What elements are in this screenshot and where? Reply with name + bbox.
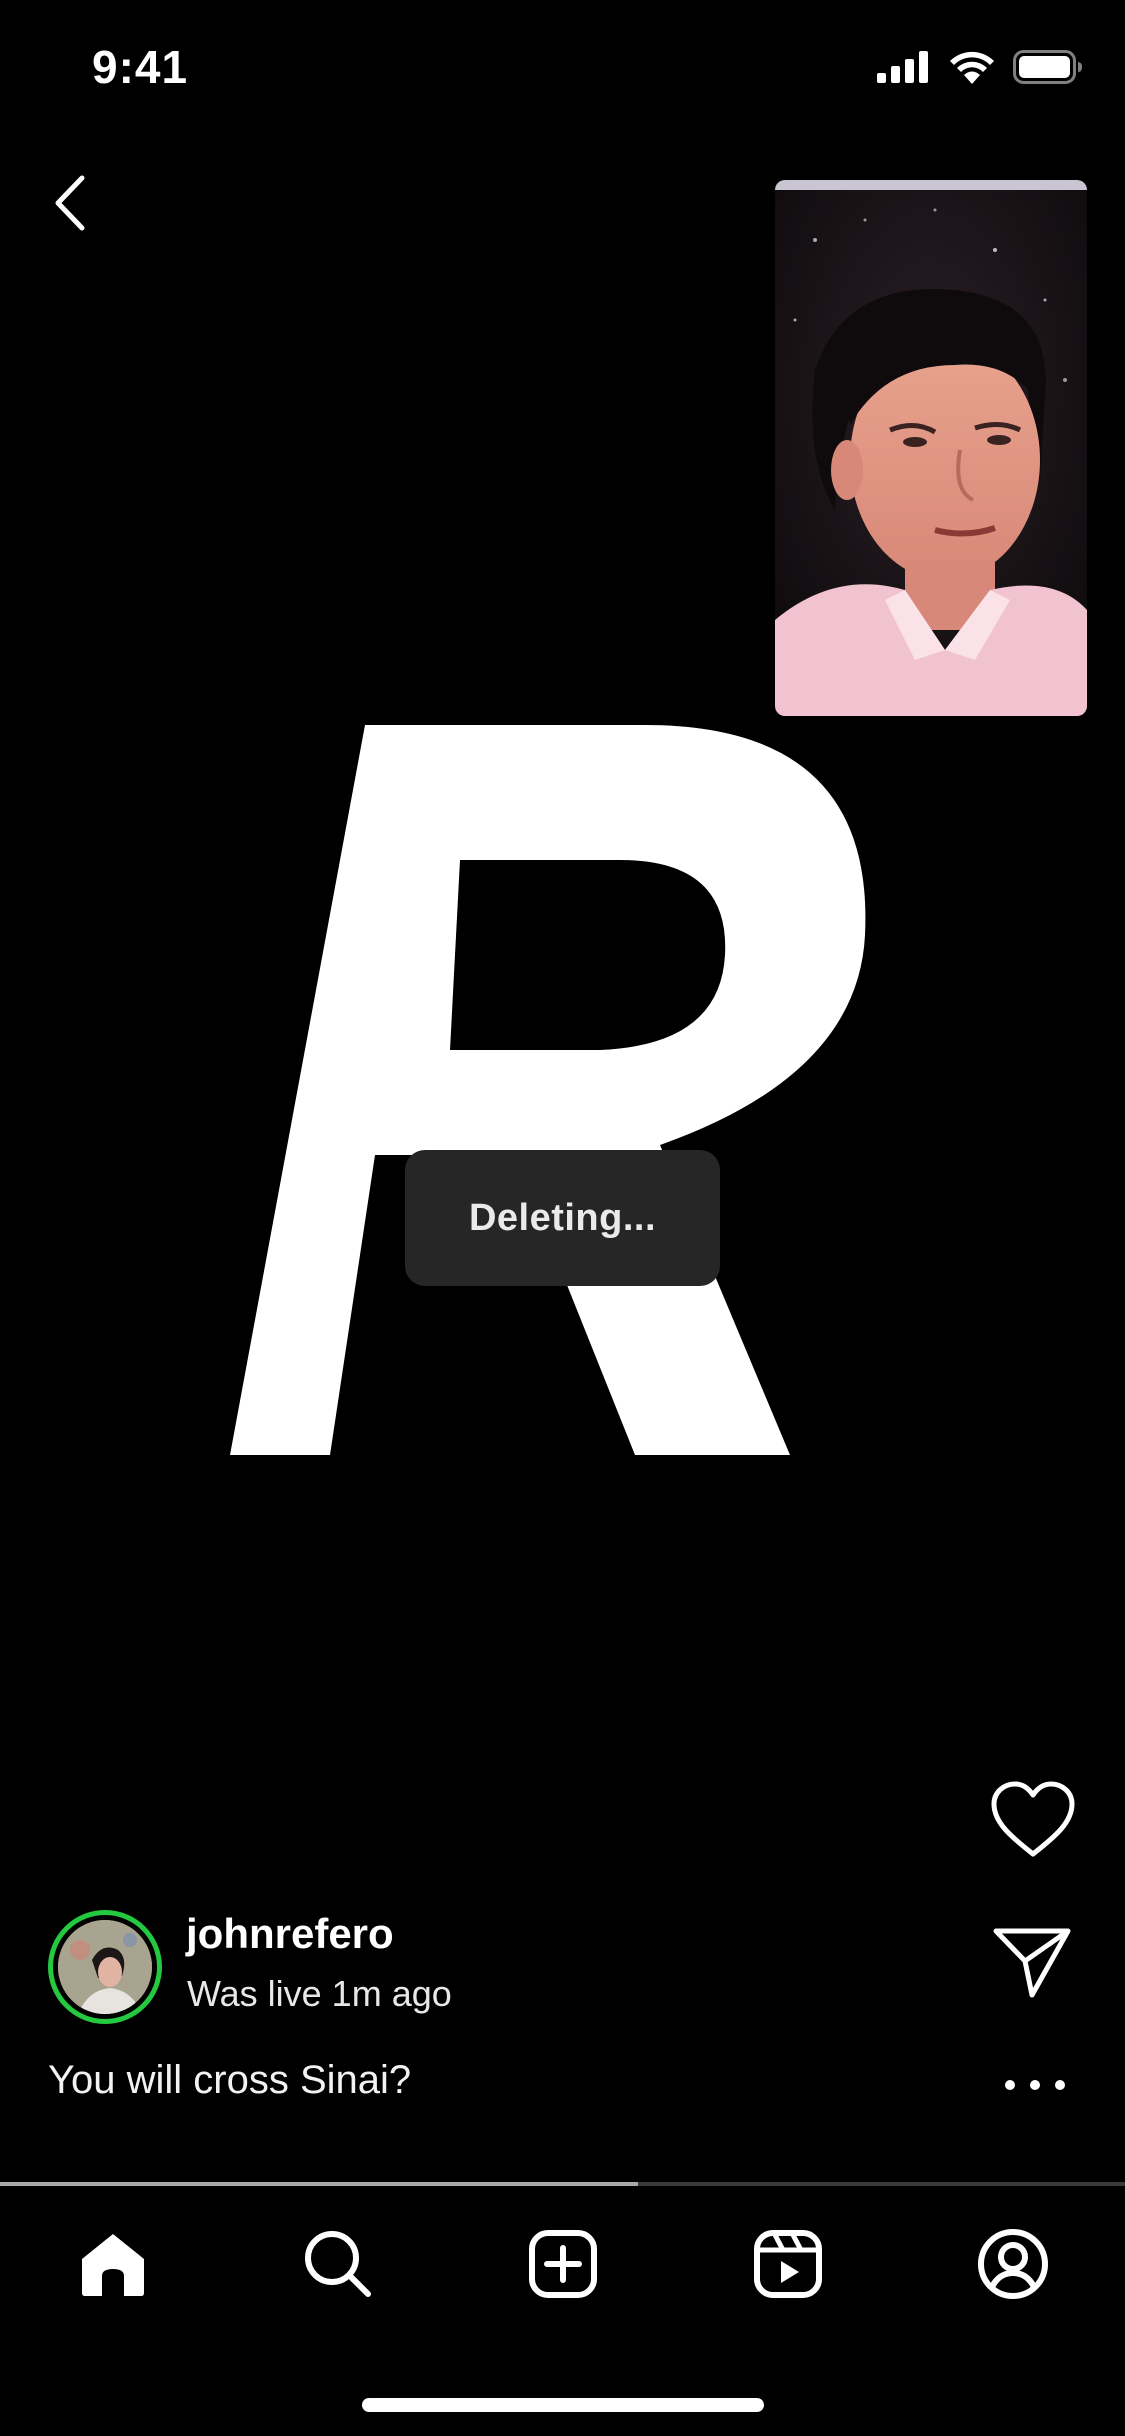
home-icon <box>81 2234 144 2296</box>
profile-icon <box>977 2229 1048 2299</box>
wifi-icon <box>950 51 994 84</box>
send-icon <box>993 1928 1071 1998</box>
home-indicator <box>362 2398 764 2412</box>
tab-home[interactable] <box>0 2186 225 2336</box>
deleting-toast: Deleting... <box>405 1150 720 1286</box>
avatar-image <box>58 1920 152 2014</box>
r-logo <box>230 725 866 1455</box>
caption: You will cross Sinai? <box>48 2058 412 2102</box>
status-bar: 9:41 <box>0 0 1125 140</box>
share-button[interactable] <box>992 1925 1072 1999</box>
guest-video-frame <box>775 180 1087 716</box>
more-options-button[interactable] <box>1005 2070 1065 2100</box>
search-icon <box>304 2231 371 2297</box>
tab-profile[interactable] <box>900 2186 1125 2336</box>
live-status: Was live 1m ago <box>187 1973 452 2014</box>
pip-video[interactable] <box>775 180 1087 716</box>
plus-square-icon <box>528 2230 597 2298</box>
more-horizontal-icon-dot <box>1055 2080 1065 2090</box>
tab-bar <box>0 2186 1125 2336</box>
tab-search[interactable] <box>225 2186 450 2336</box>
more-horizontal-icon-dot <box>1030 2080 1040 2090</box>
chevron-left-icon <box>55 175 85 231</box>
heart-icon <box>991 1781 1075 1857</box>
tab-create[interactable] <box>450 2186 675 2336</box>
username[interactable]: johnrefero <box>186 1910 394 1958</box>
status-time: 9:41 <box>92 41 189 93</box>
avatar[interactable] <box>48 1910 162 2024</box>
signal-icon <box>877 51 928 83</box>
back-button[interactable] <box>40 168 100 238</box>
more-horizontal-icon-dot <box>1005 2080 1015 2090</box>
like-button[interactable] <box>990 1780 1076 1860</box>
toast-text: Deleting... <box>468 1196 657 1239</box>
reels-icon <box>753 2230 822 2298</box>
battery-icon <box>1013 50 1082 84</box>
tab-reels[interactable] <box>675 2186 900 2336</box>
status-icons <box>877 50 1083 84</box>
